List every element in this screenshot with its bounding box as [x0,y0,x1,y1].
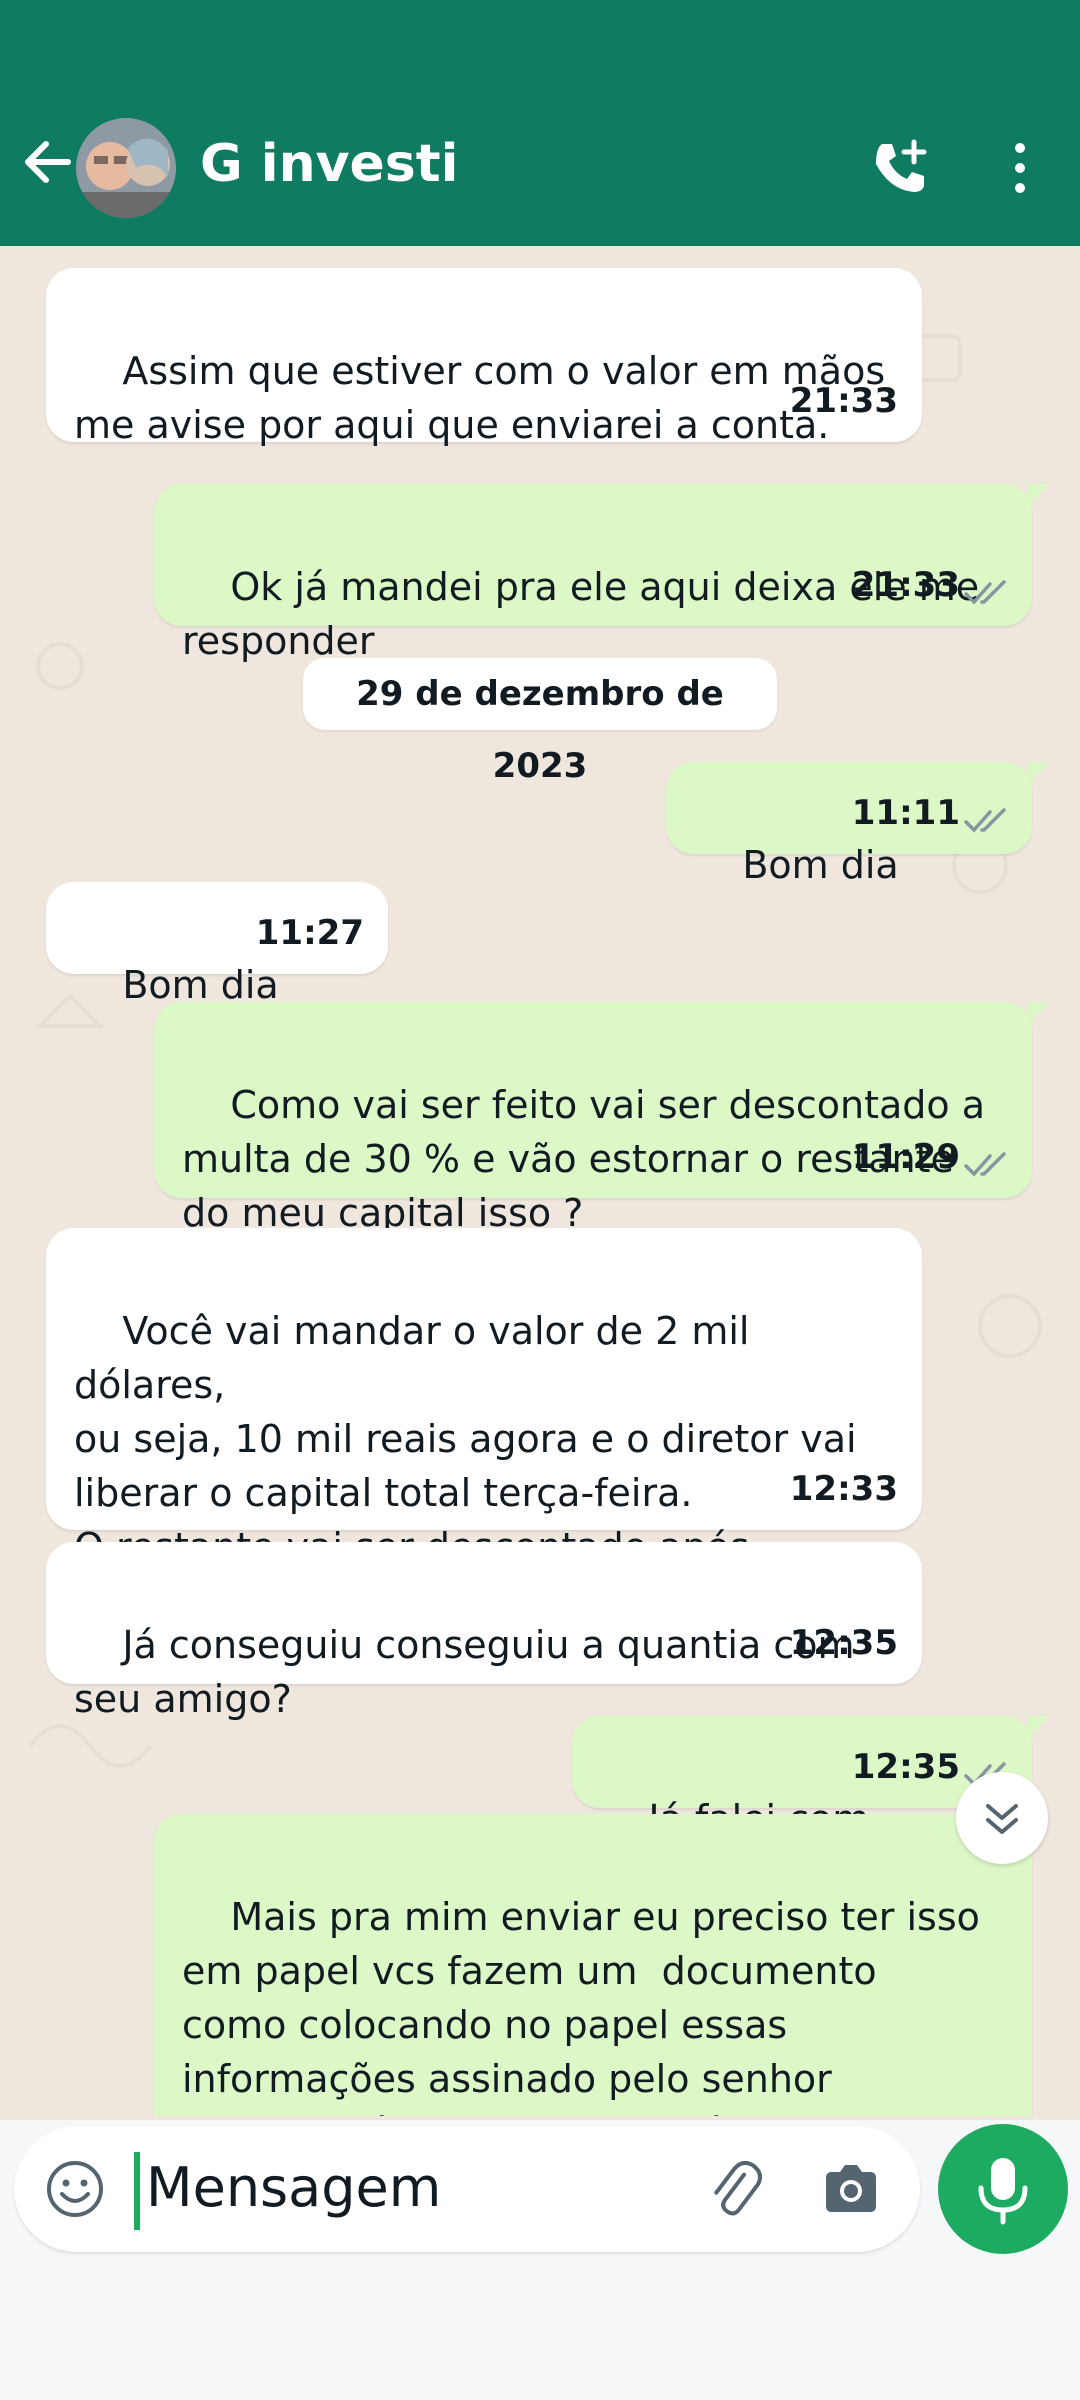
emoji-icon[interactable] [42,2156,108,2222]
voice-record-button[interactable] [938,2124,1068,2254]
message-bubble-outgoing[interactable]: Ok já mandei pra ele aqui deixa ele me r… [154,484,1050,663]
message-bubble-outgoing[interactable]: Como vai ser feito vai ser descontado a … [154,1002,1050,1235]
message-time: 11:27 [255,913,364,953]
read-ticks-icon [964,580,1006,605]
message-bubble-incoming[interactable]: Bom dia 11:27 [46,882,388,1007]
date-separator: 29 de dezembro de 2023 [303,658,777,786]
message-input[interactable]: Mensagem [146,2156,441,2219]
read-ticks-icon [964,808,1006,833]
message-time: 11:11 [851,793,960,833]
message-time: 12:35 [851,1747,960,1787]
message-text: Mais pra mim enviar eu preciso ter isso … [182,1895,980,2120]
bottom-safe-area [0,2264,1080,2400]
paperclip-icon[interactable] [702,2156,768,2222]
more-vertical-icon[interactable] [1000,136,1040,200]
chat-header: G investi [0,0,1080,246]
message-bubble-incoming[interactable]: Assim que estiver com o valor em mãos me… [46,268,922,447]
add-call-icon[interactable] [868,136,932,200]
text-cursor [134,2152,140,2230]
message-list[interactable]: Assim que estiver com o valor em mãos me… [0,246,1080,2120]
message-bubble-outgoing[interactable]: Bom dia 11:11 [666,762,1050,887]
avatar[interactable] [76,118,176,218]
message-text: Assim que estiver com o valor em mãos me… [74,349,886,447]
message-time: 12:35 [789,1623,898,1663]
message-bubble-incoming[interactable]: Já conseguiu conseguiu a quantia com seu… [46,1542,922,1721]
message-time: 21:33 [789,381,898,421]
microphone-icon [978,2158,1028,2225]
message-bubble-outgoing[interactable]: Mais pra mim enviar eu preciso ter isso … [154,1814,1050,2120]
message-time: 12:33 [789,1469,898,1509]
message-time: 21:33 [851,565,960,605]
read-ticks-icon [964,1152,1006,1177]
double-chevron-down-icon [986,1804,1018,1834]
chat-title[interactable]: G investi [200,134,458,194]
message-composer: Mensagem [14,2126,920,2252]
message-time: 11:29 [851,1137,960,1177]
message-text: Bom dia [742,843,899,887]
message-bubble-incoming[interactable]: Você vai mandar o valor de 2 mil dólares… [46,1228,922,1569]
scroll-to-bottom-button[interactable] [956,1772,1048,1864]
message-text: Bom dia [122,963,279,1007]
camera-icon[interactable] [820,2158,882,2220]
list-fade [0,2116,1080,2120]
message-text: Você vai mandar o valor de 2 mil dólares… [74,1309,857,1569]
arrow-left-icon[interactable] [18,132,78,192]
